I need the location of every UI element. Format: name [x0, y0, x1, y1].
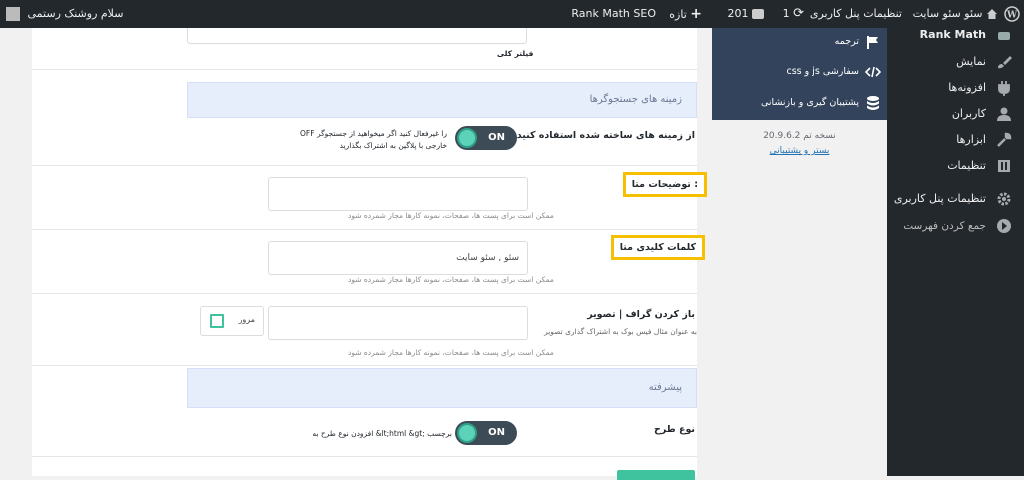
account-menu[interactable]: سلام روشنک رستمی [6, 0, 123, 28]
meta-keywords-hint: ممکن است برای پست ها، صفحات، نمونه کارها… [348, 275, 554, 284]
main-content: فیلتر کلی زمینه های جستجوگرها از زمینه ه… [0, 28, 712, 480]
wrench-icon [997, 132, 1012, 147]
svg-text:W: W [1006, 11, 1018, 21]
gear-icon [997, 192, 1011, 206]
divider [32, 365, 697, 366]
comments-link[interactable]: 201 [727, 0, 764, 28]
comment-icon [752, 9, 764, 19]
og-image-description: به عنوان مثال فیس بوک به اشتراک گذاری تص… [544, 327, 697, 336]
top-textarea[interactable] [187, 28, 527, 44]
plus-icon: + [690, 6, 702, 22]
og-image-input[interactable] [268, 306, 528, 340]
meta-description-hint: ممکن است برای پست ها، صفحات، نمونه کارها… [348, 211, 554, 220]
collapse-icon [997, 219, 1011, 233]
menu-item-label: افزونه‌ها [948, 81, 986, 94]
new-content-link[interactable]: تازه + [669, 0, 702, 28]
database-icon [867, 96, 879, 110]
site-name-label: سئو سئو سایت [912, 7, 983, 20]
toggle1-label: از زمینه های ساخته شده استفاده کنید [516, 130, 695, 141]
admin-bar: W سئو سئو سایت تنظیمات پنل کاربری 1 ⟳ 20… [0, 0, 1024, 28]
greeting-label: سلام روشنک رستمی [27, 7, 124, 20]
toggle2-label: نوع طرح [653, 424, 695, 435]
support-link[interactable]: بستر و پشتیبانی [712, 146, 887, 156]
og-image-hint: ممکن است برای پست ها، صفحات، نمونه کارها… [348, 348, 554, 357]
admin-menu: Rank Math نمایش افزونه‌ها کاربران ابزاره… [887, 28, 1024, 476]
menu-item-label: تنظیمات پنل کاربری [893, 192, 986, 205]
toggle2-description: افزودن نوع طرح به &lt;html &gt; برچسب [312, 429, 452, 438]
settings-panel: فیلتر کلی زمینه های جستجوگرها از زمینه ه… [32, 28, 707, 480]
rankmath-adminbar-link[interactable]: Rank Math SEO [571, 0, 656, 28]
browse-button[interactable]: مرور [200, 306, 264, 336]
rankmath-icon [998, 32, 1010, 40]
menu-item-tools[interactable]: ابزارها [887, 127, 1024, 153]
submenu-item-label: css و js سفارشی [786, 66, 859, 77]
plugin-icon [998, 81, 1010, 96]
menu-item-label: ابزارها [956, 133, 986, 146]
menu-item-label: کاربران [951, 107, 986, 120]
browse-label: مرور [238, 315, 255, 324]
search-section-header: زمینه های جستجوگرها [187, 82, 697, 118]
theme-version: نسخه تم 20.9.6.2 [763, 131, 836, 141]
toggle-knob [457, 128, 477, 148]
rankmath-label: Rank Math SEO [571, 7, 656, 20]
meta-keywords-input[interactable]: سئو , سئو سایت [268, 241, 528, 275]
home-icon [987, 9, 997, 19]
divider [32, 229, 697, 230]
flag-icon [867, 36, 878, 49]
menu-item-label: Rank Math [919, 28, 986, 41]
submenu-item-label: پشتیبان گیری و بازنشانی [760, 97, 859, 108]
paintbrush-icon [998, 56, 1012, 69]
new-label: تازه [669, 8, 687, 21]
menu-item-plugins[interactable]: افزونه‌ها [887, 75, 1024, 101]
menu-item-label: جمع کردن فهرست [903, 220, 986, 232]
menu-item-appearance[interactable]: نمایش [887, 49, 1024, 75]
top-textarea-hint: فیلتر کلی [497, 49, 534, 58]
toggle1-state: ON [488, 132, 505, 143]
og-image-label: باز کردن گراف | تصویر [587, 309, 695, 320]
advanced-section-header: پیشرفته [187, 368, 697, 408]
submenu-item-backup[interactable]: پشتیبان گیری و بازنشانی [712, 89, 887, 117]
wordpress-icon: W [1004, 6, 1020, 22]
avatar [6, 7, 20, 21]
submenu-item-translate[interactable]: ترجمه [712, 28, 887, 56]
users-icon [997, 107, 1011, 121]
toggle2-state: ON [488, 427, 505, 438]
code-icon [865, 66, 881, 78]
menu-item-label: تنظیمات [947, 159, 986, 172]
refresh-icon: ⟳ [793, 6, 804, 21]
toggle-knob [457, 423, 477, 443]
divider [32, 456, 697, 457]
image-icon [210, 314, 224, 328]
meta-keywords-label: کلمات کلیدی متا [610, 235, 705, 260]
submenu-item-custom-css-js[interactable]: css و js سفارشی [712, 58, 887, 86]
meta-description-input[interactable] [268, 177, 528, 211]
menu-item-settings[interactable]: تنظیمات [887, 153, 1024, 179]
submenu-item-label: ترجمه [834, 36, 859, 47]
save-button[interactable] [617, 470, 695, 480]
menu-item-users[interactable]: کاربران [887, 101, 1024, 127]
comments-count: 201 [727, 7, 749, 20]
menu-item-label: نمایش [956, 55, 986, 68]
updates-count: 1 [782, 7, 790, 20]
updates-link[interactable]: 1 ⟳ [783, 0, 804, 28]
menu-item-panel-settings[interactable]: تنظیمات پنل کاربری [887, 186, 1024, 212]
collapse-menu-button[interactable]: جمع کردن فهرست [887, 213, 1024, 239]
toggle1-description: OFF را غیرفعال کنید اگر میخواهید از جستج… [300, 129, 447, 150]
settings-icon [998, 160, 1010, 172]
rankmath-submenu: ترجمه css و js سفارشی پشتیبان گیری و باز… [712, 28, 887, 120]
support-link-label: بستر و پشتیبانی [769, 146, 830, 156]
divider [32, 69, 697, 70]
divider [32, 165, 697, 166]
toggle1-switch[interactable]: ON [455, 126, 517, 150]
menu-item-rankmath[interactable]: Rank Math [887, 22, 1024, 48]
divider [32, 293, 697, 294]
toggle2-switch[interactable]: ON [455, 421, 517, 445]
meta-description-label: توضیحات متا : [622, 172, 707, 197]
